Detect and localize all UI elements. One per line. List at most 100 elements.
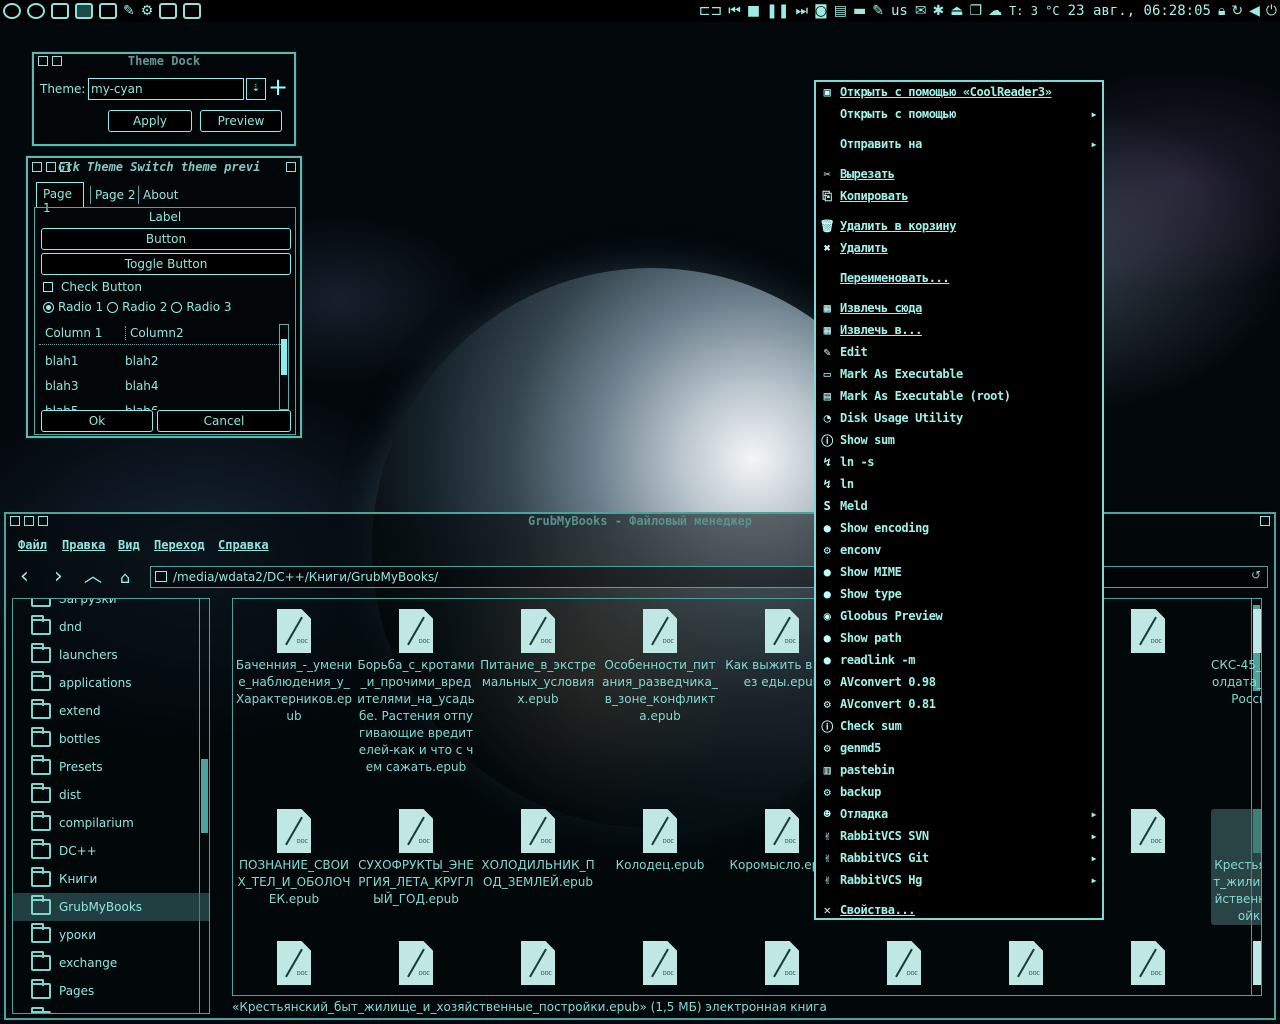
menu-item[interactable]: ⚙ backup	[816, 782, 1102, 802]
menu-item[interactable]: Отправить на ▶	[816, 134, 1102, 154]
file-item[interactable]: ХОЛОДИЛЬНИК_ПОД_ЗЕМЛЕЙ.epub	[479, 809, 597, 891]
sidebar-item[interactable]: compilarium	[13, 809, 209, 837]
menu-item[interactable]: ▣ Открыть с помощью «CoolReader3»	[816, 82, 1102, 102]
file-item[interactable]: СУХОФРУКТЫ_ЭНЕРГИЯ_ЛЕТА_КРУГЛЫЙ_ГОД.epub	[357, 809, 475, 908]
menu-item[interactable]: Открыть с помощью ▶	[816, 104, 1102, 124]
sidebar-item[interactable]: extend	[13, 697, 209, 725]
radio-3[interactable]	[171, 301, 183, 313]
radio-1[interactable]	[43, 301, 54, 313]
file-item[interactable]: Особенности_питания_разведчика_в_зоне_ко…	[601, 609, 719, 725]
up-icon[interactable]: ︿	[84, 566, 102, 588]
sidebar-item[interactable]: DC++	[13, 837, 209, 865]
radio-2[interactable]	[107, 301, 119, 313]
menu-item[interactable]: ▥ pastebin	[816, 760, 1102, 780]
menu-item[interactable]: ⚙ AVconvert 0.81	[816, 694, 1102, 714]
column-header-2[interactable]: Column2	[125, 326, 184, 340]
menu-file[interactable]: Файл	[18, 538, 47, 552]
forward-icon[interactable]: ›	[54, 566, 63, 588]
display-icon[interactable]: ▬	[853, 3, 866, 19]
file-item[interactable]	[845, 941, 963, 989]
sidebar-item[interactable]: launchers	[13, 641, 209, 669]
power-icon[interactable]: ⏻	[1266, 3, 1277, 19]
menu-item[interactable]: Переименовать...	[816, 268, 1102, 288]
preview-button[interactable]: Preview	[200, 110, 282, 132]
lock-icon[interactable]: 🔒︎	[1218, 3, 1225, 19]
file-item[interactable]	[723, 941, 841, 989]
menu-item[interactable]: ↯ ln -s	[816, 452, 1102, 472]
menu-item[interactable]: ✌ RabbitVCS Git ▶	[816, 848, 1102, 868]
file-item[interactable]: Баченния_-_умение_наблюдения_у_Характерн…	[235, 609, 353, 725]
table-row[interactable]: blah4	[125, 379, 159, 393]
settings-icon[interactable]	[27, 3, 45, 19]
file-item[interactable]	[1089, 609, 1207, 657]
file-item[interactable]: ПОЗНАНИЕ_СВОИХ_ТЕЛ_И_ОБОЛОЧЕК.epub	[235, 809, 353, 908]
sidebar-item[interactable]: Книги	[13, 865, 209, 893]
tree-view[interactable]: Column 1 Column2 blah1 blah2 blah3 blah4…	[39, 320, 289, 410]
file-item[interactable]	[1089, 941, 1207, 989]
windows-icon[interactable]: ❐	[970, 3, 983, 19]
sidebar-item[interactable]: applications	[13, 669, 209, 697]
network-icon[interactable]: ⚙	[141, 3, 154, 19]
title-bar[interactable]: Gtk Theme Switch theme previ	[28, 158, 300, 176]
sidebar-item[interactable]: уроки	[13, 921, 209, 949]
title-bar[interactable]: Theme Dock	[34, 54, 294, 68]
menu-item[interactable]: ● Show type	[816, 584, 1102, 604]
file-item[interactable]	[1089, 809, 1207, 857]
file-item[interactable]	[479, 941, 597, 989]
menu-item[interactable]: S Meld	[816, 496, 1102, 516]
tab-about[interactable]: About	[138, 186, 182, 204]
camera-icon[interactable]	[183, 3, 202, 19]
close-button[interactable]	[32, 162, 42, 172]
file-item[interactable]: Питание_в_экстремальных_условиях.epub	[479, 609, 597, 708]
keyboard-layout[interactable]: us	[891, 3, 908, 19]
menu-go[interactable]: Переход	[154, 538, 205, 552]
file-item[interactable]: СКС-45_-Оружие_солдата_охотника_России.e…	[1211, 609, 1261, 708]
sidebar-item[interactable]: Загрузки	[13, 599, 209, 613]
menu-item[interactable]: ✖ Удалить	[816, 238, 1102, 258]
refresh-path-icon[interactable]: ↺	[1251, 568, 1261, 582]
clock[interactable]: 23 авг., 06:28:05	[1068, 3, 1211, 19]
back-icon[interactable]: ‹	[20, 566, 29, 588]
file-item[interactable]	[235, 941, 353, 989]
media-icon[interactable]: ⊏⊐	[699, 3, 722, 19]
file-item[interactable]	[1211, 941, 1261, 989]
menu-view[interactable]: Вид	[118, 538, 140, 552]
refresh-icon[interactable]: ↻	[1231, 3, 1243, 19]
sample-button[interactable]: Button	[41, 228, 291, 250]
menu-item[interactable]: ▦ Извлечь в...	[816, 320, 1102, 340]
sidebar-item[interactable]: dist	[13, 781, 209, 809]
menu-item[interactable]: ◉ Gloobus Preview	[816, 606, 1102, 626]
menu-item[interactable]: ⚙ enconv	[816, 540, 1102, 560]
file-item[interactable]: Крестьянский_быт_жилище_и_хозяйственные_…	[1211, 809, 1261, 925]
notes-icon[interactable]: ▤	[834, 3, 847, 19]
menu-item[interactable]: ✂ Вырезать	[816, 164, 1102, 184]
folder-open-icon[interactable]	[75, 3, 93, 19]
menu-item[interactable]: ✕ Свойства...	[816, 900, 1102, 920]
eject-icon[interactable]: ⏏	[950, 3, 963, 19]
menu-item[interactable]: ✌ RabbitVCS SVN ▶	[816, 826, 1102, 846]
next-icon[interactable]: ⏭	[796, 3, 809, 19]
home-icon[interactable]: ⌂	[120, 568, 130, 588]
folder-alt-icon[interactable]	[99, 3, 117, 19]
minimize-button[interactable]	[46, 162, 56, 172]
file-item[interactable]	[967, 941, 1085, 989]
column-header-1[interactable]: Column 1	[45, 326, 102, 340]
menu-item[interactable]: ⎘ Копировать	[816, 186, 1102, 206]
app-launcher-icon[interactable]	[3, 3, 21, 19]
tree-scrollbar[interactable]	[279, 324, 289, 410]
cancel-button[interactable]: Cancel	[157, 410, 291, 432]
table-row[interactable]: blah2	[125, 354, 159, 368]
menu-item[interactable]: ☻ Отладка ▶	[816, 804, 1102, 824]
menu-item[interactable]: ▤ Mark As Executable (root)	[816, 386, 1102, 406]
menu-edit[interactable]: Правка	[62, 538, 105, 552]
check-button[interactable]: Check Button	[43, 280, 142, 294]
monitor-icon[interactable]	[159, 3, 178, 19]
toggle-button[interactable]: Toggle Button	[41, 253, 291, 275]
sidebar-item[interactable]: exchange	[13, 949, 209, 977]
pencil-icon[interactable]: ✎	[872, 3, 884, 19]
menu-item[interactable]: ▭ Mark As Executable	[816, 364, 1102, 384]
file-item[interactable]: Колодец.epub	[601, 809, 719, 874]
table-row[interactable]: blah3	[45, 379, 79, 393]
menu-help[interactable]: Справка	[218, 538, 269, 552]
pause-icon[interactable]: ❚❚	[766, 3, 789, 19]
